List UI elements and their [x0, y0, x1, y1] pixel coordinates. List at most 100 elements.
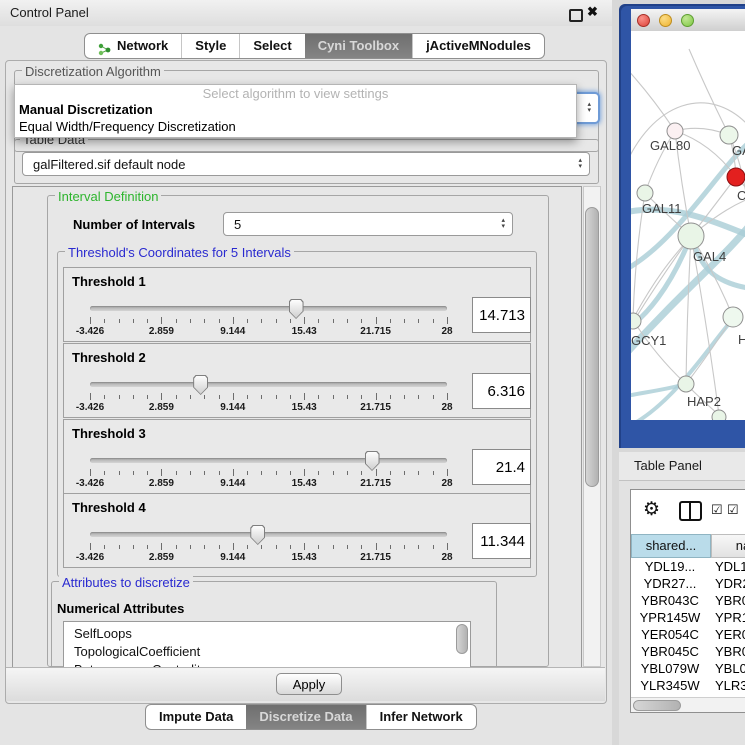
pane-scrollbar-thumb[interactable]	[585, 207, 599, 487]
slider-tick	[147, 395, 148, 399]
slider-track[interactable]	[90, 458, 447, 463]
list-item[interactable]: TopologicalCoefficient	[64, 643, 470, 661]
tick-label: -3.426	[76, 478, 104, 489]
slider-track[interactable]	[90, 382, 447, 387]
slider-tick	[233, 543, 234, 550]
threshold-label: Threshold 4	[72, 500, 146, 515]
zoom-traffic-light-icon[interactable]	[681, 14, 694, 27]
network-node[interactable]	[723, 307, 743, 327]
table-data-combobox[interactable]: galFiltered.sif default node ▴▾	[22, 152, 590, 176]
column-header-name[interactable]: na	[711, 534, 745, 558]
threshold-slider[interactable]: -3.4262.8599.14415.4321.71528	[90, 378, 448, 416]
table-row[interactable]: YPR145W YPR145W	[631, 610, 745, 627]
tick-label: 15.43	[292, 402, 317, 413]
list-scrollbar[interactable]	[456, 624, 468, 654]
slider-track[interactable]	[90, 532, 447, 537]
slider-tick-labels: -3.4262.8599.14415.4321.71528	[90, 326, 448, 338]
node-label: C	[737, 188, 745, 203]
tab[interactable]: Impute Data	[146, 705, 246, 729]
slider-tick	[133, 471, 134, 475]
pane-scrollbar-track[interactable]	[583, 186, 601, 667]
slider-ticks	[90, 542, 448, 551]
close-traffic-light-icon[interactable]	[637, 14, 650, 27]
slider-tick	[276, 395, 277, 399]
threshold-slider[interactable]: -3.4262.8599.14415.4321.71528	[90, 528, 448, 566]
table-row[interactable]: YDL19... YDL19...	[631, 559, 745, 576]
checkbox-icon[interactable]: ☑	[727, 502, 739, 518]
network-node[interactable]	[720, 126, 738, 144]
slider-tick	[433, 545, 434, 549]
cyni-mode-tabs: Impute Data Discretize Data Infer Networ…	[145, 704, 477, 730]
threshold-value-field[interactable]: 11.344	[472, 523, 531, 559]
apply-button[interactable]: Apply	[276, 673, 342, 695]
network-node[interactable]	[678, 376, 694, 392]
slider-tick	[276, 319, 277, 323]
slider-tick	[290, 319, 291, 323]
close-icon[interactable]: ✖	[587, 4, 598, 20]
table-row[interactable]: YBR045C YBR045C	[631, 644, 745, 661]
slider-tick	[447, 393, 448, 400]
slider-tick	[119, 395, 120, 399]
numerical-attributes-list[interactable]: SelfLoopsTopologicalCoefficientBetweenne…	[63, 621, 471, 669]
slider-tick	[361, 319, 362, 323]
number-of-intervals-value: 5	[234, 217, 241, 232]
minimize-traffic-light-icon[interactable]	[659, 14, 672, 27]
float-window-icon[interactable]	[569, 9, 583, 22]
slider-tick	[390, 395, 391, 399]
table-row[interactable]: YLR345W YLR345W	[631, 678, 745, 695]
table-row[interactable]: YER054C YER054C	[631, 627, 745, 644]
number-of-intervals-combobox[interactable]: 5 ▴▾	[223, 212, 513, 236]
slider-tick	[418, 545, 419, 549]
table-hscrollbar-thumb[interactable]	[633, 700, 681, 711]
tab[interactable]: Style	[181, 34, 239, 58]
threshold-value-field[interactable]: 21.4	[472, 449, 531, 485]
threshold-slider[interactable]: -3.4262.8599.14415.4321.71528	[90, 302, 448, 340]
tab[interactable]: Infer Network	[366, 705, 476, 729]
network-node[interactable]	[631, 313, 641, 329]
network-node[interactable]	[678, 223, 704, 249]
algorithm-dropdown-popup: Select algorithm to view settings Manual…	[14, 84, 577, 138]
algorithm-option[interactable]: Equal Width/Frequency Discretization	[15, 119, 576, 136]
slider-tick	[147, 545, 148, 549]
slider-tick	[390, 545, 391, 549]
network-view-window: GAL80GACGAL11GAL4GCY1HHAP2	[619, 4, 745, 448]
tab[interactable]: Network	[85, 34, 181, 58]
slider-tick	[390, 471, 391, 475]
slider-tick	[219, 471, 220, 475]
slider-tick	[133, 395, 134, 399]
table-row[interactable]: YDR27... YDR27...	[631, 576, 745, 593]
tab[interactable]: Discretize Data	[246, 705, 365, 729]
threshold-slider[interactable]: -3.4262.8599.14415.4321.71528	[90, 454, 448, 492]
slider-tick	[361, 471, 362, 475]
tab-label: Style	[195, 34, 226, 58]
network-node[interactable]	[727, 168, 745, 186]
network-node[interactable]	[637, 185, 653, 201]
network-node[interactable]	[712, 410, 726, 420]
tick-label: 9.144	[220, 326, 245, 337]
slider-tick	[119, 545, 120, 549]
table-hscrollbar-track[interactable]	[631, 697, 745, 713]
column-header-shared-name[interactable]: shared...	[631, 534, 711, 558]
list-item[interactable]: SelfLoops	[64, 625, 470, 643]
checkbox-icon[interactable]: ☑	[711, 502, 723, 518]
table-row[interactable]: YBL079W YBL079W	[631, 661, 745, 678]
slider-tick-labels: -3.4262.8599.14415.4321.71528	[90, 402, 448, 414]
slider-tick	[176, 319, 177, 323]
slider-track[interactable]	[90, 306, 447, 311]
tab[interactable]: Cyni Toolbox	[305, 34, 412, 58]
slider-tick	[333, 319, 334, 323]
table-panel-title: Table Panel	[634, 458, 702, 473]
network-icon	[98, 40, 112, 53]
threshold-value-field[interactable]: 14.713	[472, 297, 531, 333]
threshold-value-field[interactable]: 6.316	[472, 373, 531, 409]
table-row[interactable]: YBR043C YBR043C	[631, 593, 745, 610]
network-node[interactable]	[667, 123, 683, 139]
show-columns-icon[interactable]	[679, 501, 702, 521]
tab[interactable]: jActiveMNodules	[412, 34, 544, 58]
network-canvas[interactable]: GAL80GACGAL11GAL4GCY1HHAP2	[631, 31, 745, 420]
tab[interactable]: Select	[239, 34, 304, 58]
slider-tick	[147, 319, 148, 323]
gear-icon[interactable]: ⚙	[643, 498, 660, 521]
algorithm-option[interactable]: Manual Discretization	[15, 102, 576, 119]
slider-tick	[347, 319, 348, 323]
